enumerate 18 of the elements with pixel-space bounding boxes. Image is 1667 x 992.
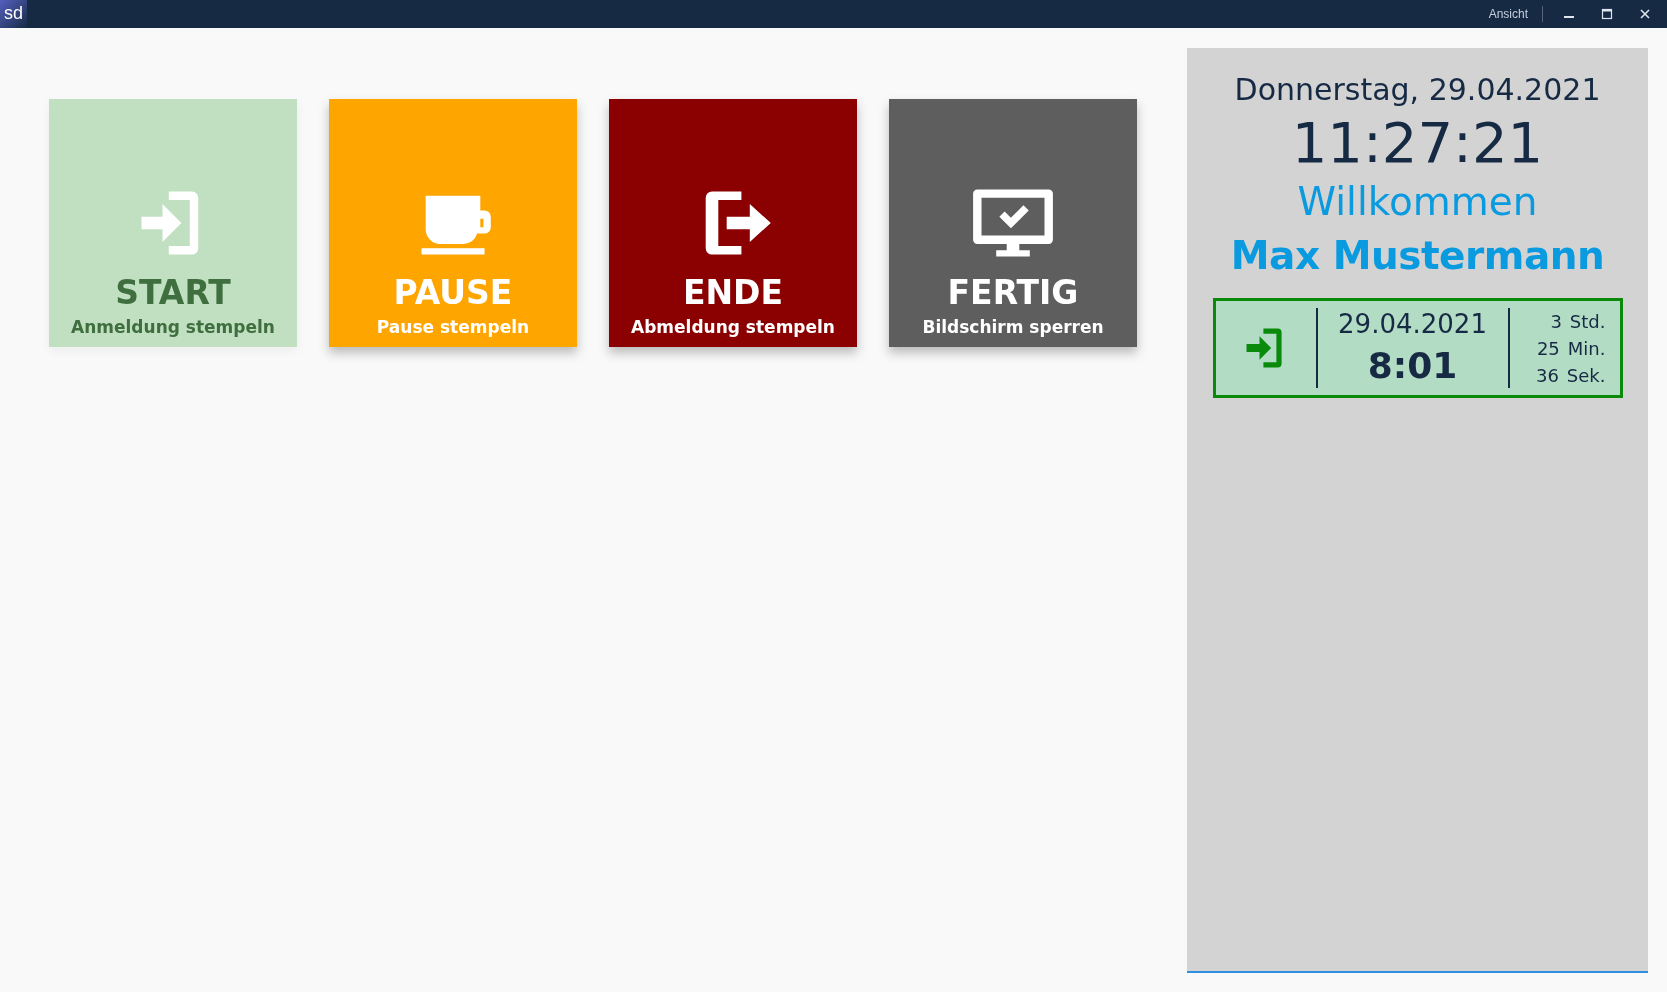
current-date: Donnerstag, 29.04.2021 (1234, 71, 1601, 109)
action-tile[interactable]: FERTIG Bildschirm sperren (889, 99, 1137, 347)
duration-unit: Sek. (1566, 363, 1606, 388)
user-name: Max Mustermann (1230, 232, 1605, 280)
greeting-text: Willkommen (1297, 178, 1538, 226)
app-logo: sd (0, 0, 27, 28)
duration-unit: Std. (1569, 309, 1606, 334)
booking-time: 8:01 (1367, 344, 1458, 388)
close-icon[interactable] (1639, 8, 1651, 20)
duration-value: 25 (1536, 336, 1560, 361)
current-time: 11:27:21 (1291, 110, 1544, 176)
booking-date: 29.04.2021 (1338, 308, 1487, 341)
duration-unit: Min. (1567, 336, 1606, 361)
duration-value: 3 (1550, 309, 1562, 334)
maximize-icon[interactable] (1601, 8, 1613, 20)
view-menu[interactable]: Ansicht (1488, 7, 1528, 21)
action-tile[interactable]: ENDE Abmeldung stempeln (609, 99, 857, 347)
duration-value: 36 (1535, 363, 1559, 388)
